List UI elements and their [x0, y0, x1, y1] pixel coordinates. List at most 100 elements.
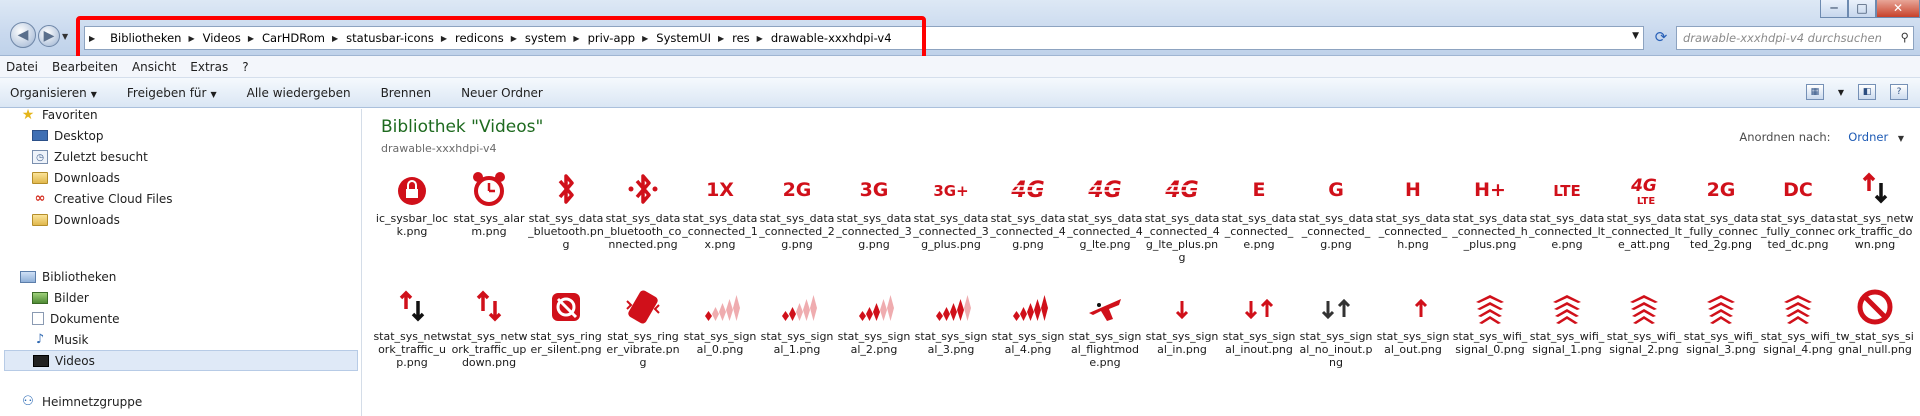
forward-arrow-icon[interactable]: ▶	[38, 25, 60, 47]
history-dropdown-icon[interactable]: ▼	[62, 32, 68, 41]
refresh-icon[interactable]: ⟳	[1652, 28, 1670, 48]
file-item[interactable]: stat_sys_signal_4.png	[989, 287, 1067, 405]
file-item[interactable]: Hstat_sys_data_connected_h.png	[1374, 169, 1452, 287]
search-input[interactable]: drawable-xxxhdpi-v4 durchsuchen ⚲	[1676, 26, 1914, 50]
address-dropdown-icon[interactable]: ▼	[1632, 31, 1639, 41]
sidebar-item-videos[interactable]: Videos	[4, 350, 358, 371]
file-item[interactable]: stat_sys_signal_in.png	[1143, 287, 1221, 405]
file-item[interactable]: 3G+ stat_sys_data_connected_3g_plus.png	[912, 169, 990, 287]
sidebar-item-music[interactable]: ♪ Musik	[0, 329, 362, 350]
file-item[interactable]: DC stat_sys_data_fully_connected_dc.png	[1759, 169, 1837, 287]
breadcrumb-root-arrow[interactable]: ▶	[85, 27, 106, 49]
file-item[interactable]: stat_sys_signal_no_inout.png	[1297, 287, 1375, 405]
address-bar[interactable]: ▶ Bibliotheken ▶ Videos ▶ CarHDRom ▶ status…	[84, 26, 1644, 50]
file-item[interactable]: stat_sys_network_traffic_up.png	[373, 287, 451, 405]
breadcrumb-item[interactable]: statusbar-icons ▶	[342, 27, 451, 49]
organize-button[interactable]: Organisieren ▼	[10, 86, 97, 100]
file-item[interactable]: 2G stat_sys_data_fully_connected_2g.png	[1682, 169, 1760, 287]
breadcrumb-item[interactable]: system ▶	[521, 27, 584, 49]
file-item[interactable]: 4G LTE stat_sys_data_connected_lte_att.pn…	[1605, 169, 1683, 287]
file-item[interactable]: stat_sys_wifi_signal_4.png	[1759, 287, 1837, 405]
sidebar-item-creative-cloud[interactable]: ∞ Creative Cloud Files	[0, 188, 362, 209]
breadcrumb-item[interactable]: res ▶	[728, 27, 767, 49]
new-folder-button[interactable]: Neuer Ordner	[461, 86, 543, 100]
breadcrumb-item[interactable]: CarHDRom ▶	[258, 27, 342, 49]
menu-help[interactable]: ?	[242, 60, 248, 74]
view-options-icon[interactable]: ▦	[1805, 84, 1824, 100]
menu-bearbeiten[interactable]: Bearbeiten	[52, 60, 118, 74]
file-item[interactable]: stat_sys_ringer_vibrate.png	[604, 287, 682, 405]
minimize-button[interactable]: ─	[1820, 0, 1848, 18]
sidebar-item-documents[interactable]: Dokumente	[0, 308, 362, 329]
file-item[interactable]: stat_sys_data_bluetooth.png	[527, 169, 605, 287]
file-item[interactable]: stat_sys_signal_inout.png	[1220, 287, 1298, 405]
dropdown-arrow-icon: ▼	[90, 89, 97, 99]
file-item[interactable]: 4G stat_sys_data_connected_4g_lte.png	[1066, 169, 1144, 287]
share-button[interactable]: Freigeben für ▼	[127, 86, 217, 100]
sidebar-item-recent[interactable]: ◷ Zuletzt besucht	[0, 146, 362, 167]
arrange-by-dropdown[interactable]: Ordner	[1848, 130, 1888, 144]
file-item[interactable]: stat_sys_network_traffic_down.png	[1836, 169, 1914, 287]
file-item[interactable]: stat_sys_wifi_signal_0.png	[1451, 287, 1529, 405]
dropdown-arrow-icon[interactable]: ▼	[1898, 134, 1904, 143]
file-item[interactable]: LTE stat_sys_data_connected_lte.png	[1528, 169, 1606, 287]
play-all-button[interactable]: Alle wiedergeben	[247, 86, 351, 100]
file-item[interactable]: H+ stat_sys_data_connected_h_plus.png	[1451, 169, 1529, 287]
file-item[interactable]: stat_sys_signal_flightmode.png	[1066, 287, 1144, 405]
breadcrumb-item[interactable]: priv-app ▶	[584, 27, 653, 49]
file-item[interactable]: 2G stat_sys_data_connected_2g.png	[758, 169, 836, 287]
file-item[interactable]: Gstat_sys_data_connected_g.png	[1297, 169, 1375, 287]
breadcrumb-item[interactable]: redicons ▶	[451, 27, 521, 49]
breadcrumb-item[interactable]: drawable-xxxhdpi-v4	[767, 27, 896, 49]
breadcrumb-separator-icon: ▶	[717, 33, 725, 43]
file-item[interactable]: stat_sys_signal_out.png	[1374, 287, 1452, 405]
breadcrumb-item[interactable]: SystemUI ▶	[652, 27, 728, 49]
videos-icon	[33, 354, 49, 367]
back-arrow-icon[interactable]: ◀	[10, 22, 36, 48]
sidebar-item-downloads[interactable]: Downloads	[0, 167, 362, 188]
sidebar-item-downloads-2[interactable]: Downloads	[0, 209, 362, 230]
file-item[interactable]: stat_sys_ringer_silent.png	[527, 287, 605, 405]
file-item[interactable]: stat_sys_wifi_signal_3.png	[1682, 287, 1760, 405]
file-item[interactable]: stat_sys_data_bluetooth_connected.png	[604, 169, 682, 287]
sidebar-item-desktop[interactable]: Desktop	[0, 125, 362, 146]
file-item[interactable]: tw_stat_sys_signal_null.png	[1836, 287, 1914, 405]
svg-text:LTE: LTE	[1553, 182, 1581, 200]
file-item[interactable]: stat_sys_signal_2.png	[835, 287, 913, 405]
file-item[interactable]: Estat_sys_data_connected_e.png	[1220, 169, 1298, 287]
menu-datei[interactable]: Datei	[6, 60, 38, 74]
breadcrumb-item[interactable]: Videos ▶	[199, 27, 258, 49]
sidebar-homegroup[interactable]: ⚇ Heimnetzgruppe	[0, 391, 362, 412]
file-name: stat_sys_data_connected_1x.png	[682, 212, 758, 251]
view-dropdown-icon[interactable]: ▼	[1838, 88, 1844, 97]
close-button[interactable]: ✕	[1876, 0, 1920, 18]
file-item[interactable]: stat_sys_wifi_signal_2.png	[1605, 287, 1683, 405]
file-item[interactable]: 3G stat_sys_data_connected_3g.png	[835, 169, 913, 287]
sidebar-favorites[interactable]: ★ Favoriten	[0, 104, 362, 125]
file-item[interactable]: 4G stat_sys_data_connected_4g_lte_plus.p…	[1143, 169, 1221, 287]
breadcrumb-item[interactable]: Bibliotheken ▶	[106, 27, 198, 49]
file-item[interactable]: 4G stat_sys_data_connected_4g.png	[989, 169, 1067, 287]
file-item[interactable]: stat_sys_wifi_signal_1.png	[1528, 287, 1606, 405]
menu-bar: Datei Bearbeiten Ansicht Extras ?	[0, 56, 1920, 78]
preview-pane-icon[interactable]: ◧	[1858, 84, 1876, 100]
sidebar-libraries[interactable]: Bibliotheken	[0, 266, 362, 287]
burn-button[interactable]: Brennen	[381, 86, 431, 100]
help-icon[interactable]: ?	[1890, 84, 1908, 100]
maximize-button[interactable]: □	[1848, 0, 1876, 18]
breadcrumb-separator-icon: ▶	[247, 33, 254, 43]
file-name: tw_stat_sys_signal_null.png	[1836, 330, 1914, 356]
menu-ansicht[interactable]: Ansicht	[132, 60, 176, 74]
menu-extras[interactable]: Extras	[190, 60, 228, 74]
file-item[interactable]: stat_sys_signal_1.png	[758, 287, 836, 405]
file-item[interactable]: stat_sys_signal_0.png	[681, 287, 759, 405]
desktop-icon	[32, 130, 48, 141]
file-item[interactable]: ic_sysbar_lock.png	[373, 169, 451, 287]
png-thumbnail-icon	[854, 287, 894, 327]
file-item[interactable]: stat_sys_network_traffic_updown.png	[450, 287, 528, 405]
file-item[interactable]: stat_sys_alarm.png	[450, 169, 528, 287]
sidebar-item-pictures[interactable]: Bilder	[0, 287, 362, 308]
file-item[interactable]: 1X stat_sys_data_connected_1x.png	[681, 169, 759, 287]
png-thumbnail-icon: 2G	[1701, 169, 1741, 209]
file-item[interactable]: stat_sys_signal_3.png	[912, 287, 990, 405]
